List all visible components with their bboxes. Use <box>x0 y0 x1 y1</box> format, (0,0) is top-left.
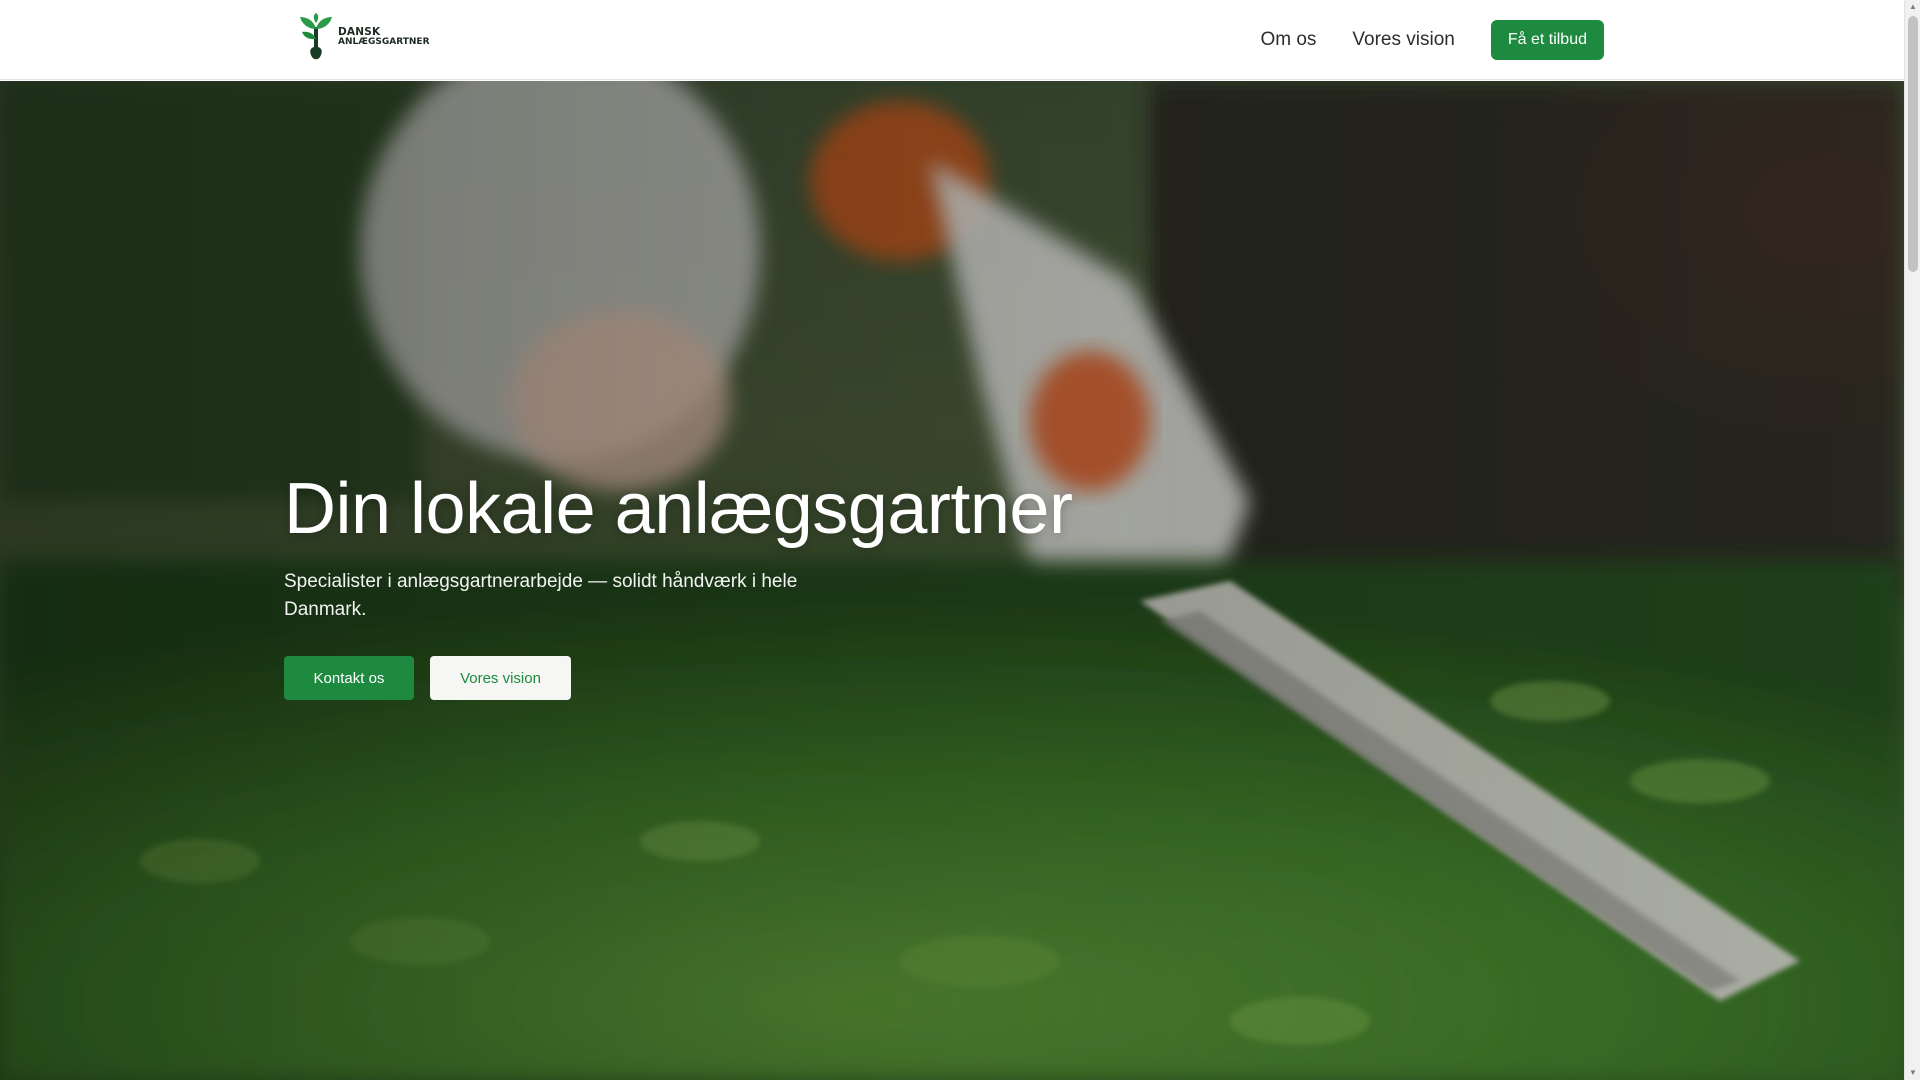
triangle-up-icon[interactable]: ▲ <box>1905 0 1920 14</box>
hero-content: Din lokale anlægsgartner Specialister i … <box>284 466 1184 701</box>
hero-section: Din lokale anlægsgartner Specialister i … <box>0 81 1904 1080</box>
get-quote-button[interactable]: Få et tilbud <box>1490 20 1604 60</box>
nav-link-vores-vision[interactable]: Vores vision <box>1352 20 1454 60</box>
logo-link[interactable]: DANSK ANLÆGSGARTNER <box>296 12 436 62</box>
scroll-thumb[interactable] <box>1908 16 1918 272</box>
hero-actions: Kontakt os Vores vision <box>284 656 1184 701</box>
hero-subtitle: Specialister i anlægsgartnerarbejde — so… <box>284 571 798 621</box>
site-header: DANSK ANLÆGSGARTNER Om os Vores vision F… <box>0 0 1904 80</box>
logo-line-2: ANLÆGSGARTNER <box>338 37 430 48</box>
logo-wordmark: DANSK ANLÆGSGARTNER <box>338 27 430 48</box>
plant-shovel-icon <box>300 13 332 60</box>
hero-title: Din lokale anlægsgartner <box>284 469 1073 549</box>
vision-button[interactable]: Vores vision <box>430 656 571 701</box>
logo-line-1: DANSK <box>338 25 381 38</box>
triangle-down-icon[interactable]: ▼ <box>1905 1066 1920 1080</box>
page-scrollbar[interactable]: ▲ ▼ <box>1904 0 1920 1080</box>
main-nav: Om os Vores vision Få et tilbud <box>1260 20 1604 60</box>
nav-link-om-os[interactable]: Om os <box>1260 20 1316 60</box>
contact-button[interactable]: Kontakt os <box>284 656 414 701</box>
